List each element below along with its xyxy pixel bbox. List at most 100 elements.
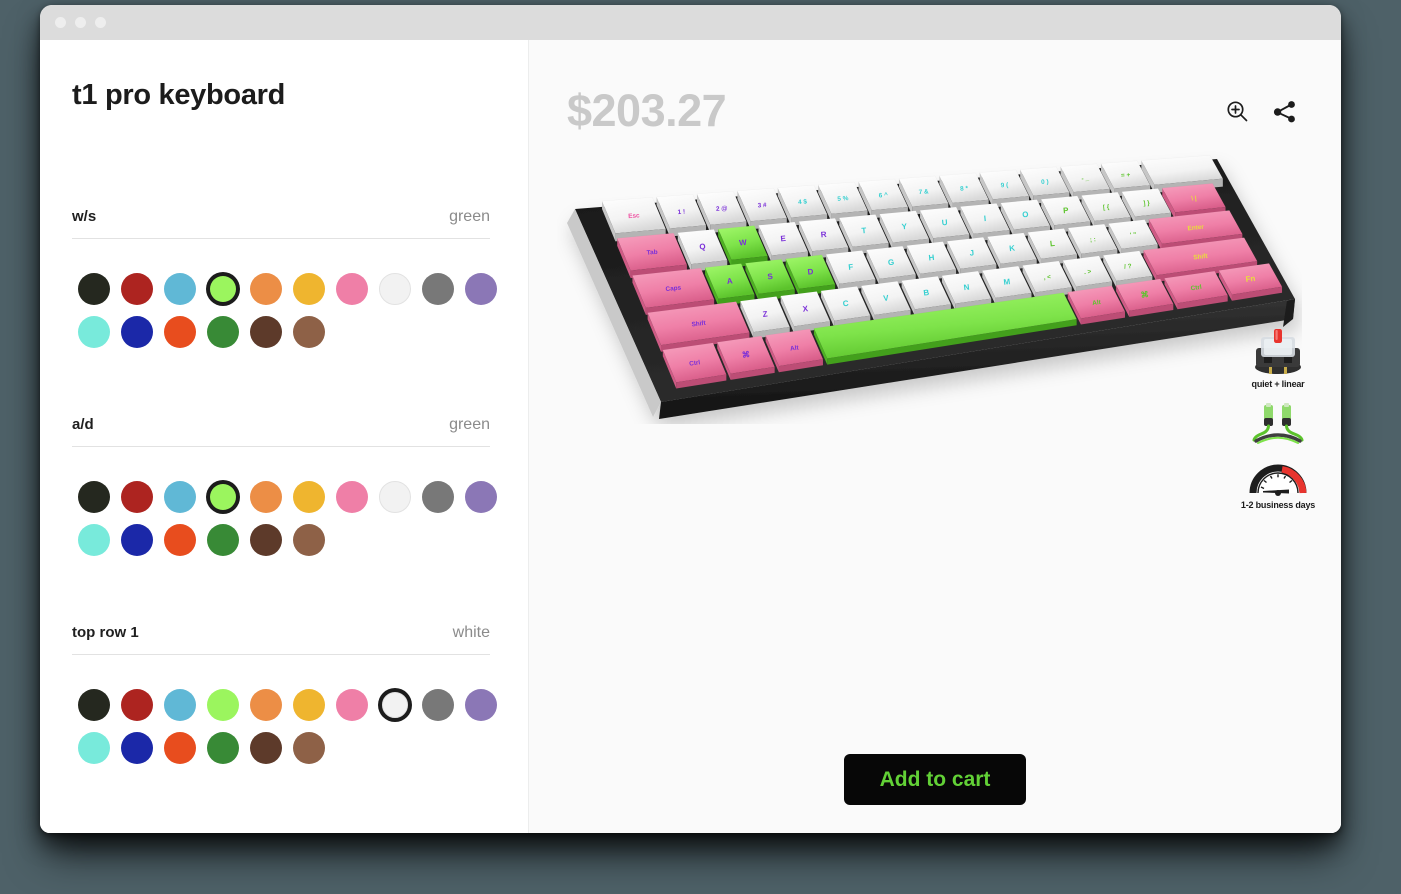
keycap-legend: 1 ! — [677, 209, 685, 217]
swatch-cell — [287, 311, 330, 354]
color-swatch-darkbrown[interactable] — [249, 524, 282, 557]
color-swatch-purple[interactable] — [464, 273, 497, 306]
color-swatch-brown[interactable] — [292, 524, 325, 557]
color-swatch-lightblue[interactable] — [163, 481, 196, 514]
swatch-cell — [373, 476, 416, 519]
window-body: t1 pro keyboard w/s green a/d green top row … — [40, 40, 1341, 833]
swatch-cell — [72, 311, 115, 354]
color-swatch-black[interactable] — [77, 689, 110, 722]
keycap-legend: D — [807, 267, 814, 277]
swatch-cell — [72, 476, 115, 519]
color-swatch-brown[interactable] — [292, 732, 325, 765]
color-swatch-brown[interactable] — [292, 316, 325, 349]
keycap-legend: ⌘ — [741, 350, 750, 360]
color-swatch-darkgreen[interactable] — [206, 732, 239, 765]
color-swatch-blue[interactable] — [120, 732, 153, 765]
swatch-cell — [72, 268, 115, 311]
color-swatch-yellow[interactable] — [292, 481, 325, 514]
color-swatch-darkorange[interactable] — [163, 316, 196, 349]
color-swatch-purple[interactable] — [464, 481, 497, 514]
add-to-cart-button[interactable]: Add to cart — [843, 754, 1027, 805]
close-window-button[interactable] — [55, 17, 66, 28]
option-label: w/s — [72, 207, 97, 225]
share-icon[interactable] — [1271, 98, 1299, 126]
color-swatch-orange[interactable] — [249, 689, 282, 722]
swatch-cell — [416, 684, 459, 727]
swatch-cell — [287, 476, 330, 519]
color-swatch-black[interactable] — [77, 481, 110, 514]
swatch-cell — [201, 684, 244, 727]
swatch-cell — [115, 476, 158, 519]
color-swatch-yellow[interactable] — [292, 273, 325, 306]
swatch-cell — [72, 727, 115, 770]
keycap-legend: ⌘ — [1140, 290, 1149, 300]
color-swatch-pink[interactable] — [335, 273, 368, 306]
color-swatch-white[interactable] — [381, 692, 408, 719]
color-swatch-orange[interactable] — [249, 481, 282, 514]
color-swatch-green[interactable] — [209, 276, 236, 303]
color-swatch-lightblue[interactable] — [163, 689, 196, 722]
color-swatch-grey[interactable] — [421, 481, 454, 514]
swatch-cell — [287, 268, 330, 311]
color-swatch-red[interactable] — [120, 689, 153, 722]
color-swatch-white[interactable] — [378, 273, 411, 306]
color-swatch-darkgreen[interactable] — [206, 524, 239, 557]
swatch-cell — [244, 311, 287, 354]
color-swatch-pink[interactable] — [335, 689, 368, 722]
color-swatch-grey[interactable] — [421, 273, 454, 306]
swatch-cell — [158, 311, 201, 354]
option-header: a/d green — [72, 416, 490, 447]
minimize-window-button[interactable] — [75, 17, 86, 28]
color-swatch-red[interactable] — [120, 273, 153, 306]
swatch-cell — [72, 519, 115, 562]
color-swatch-darkbrown[interactable] — [249, 732, 282, 765]
keycap-legend: O — [1022, 210, 1029, 220]
color-swatch-orange[interactable] — [249, 273, 282, 306]
color-swatch-grid — [72, 476, 497, 562]
color-swatch-grey[interactable] — [421, 689, 454, 722]
swatch-cell — [201, 476, 244, 519]
keycap-legend: Tab — [646, 249, 658, 257]
color-swatch-aqua[interactable] — [77, 524, 110, 557]
feature-shipping-caption: 1-2 business days — [1240, 500, 1316, 510]
option-group-w-s: w/s green — [72, 207, 497, 354]
keycap-legend: . > — [1084, 268, 1092, 276]
zoom-in-icon[interactable] — [1223, 98, 1251, 126]
color-swatch-white[interactable] — [378, 481, 411, 514]
keycap-legend: - _ — [1081, 175, 1089, 183]
color-swatch-blue[interactable] — [120, 524, 153, 557]
keycap-legend: G — [888, 258, 895, 268]
color-swatch-darkgreen[interactable] — [206, 316, 239, 349]
keycap-legend: = + — [1121, 172, 1131, 180]
keycap-legend: U — [941, 218, 948, 228]
color-swatch-darkbrown[interactable] — [249, 316, 282, 349]
swatch-cell — [115, 727, 158, 770]
keycap-legend: ; : — [1090, 236, 1097, 244]
swatch-cell — [115, 311, 158, 354]
keycap-legend: 9 ( — [1001, 182, 1010, 190]
swatch-cell — [158, 476, 201, 519]
color-swatch-green[interactable] — [209, 484, 236, 511]
color-swatch-green[interactable] — [206, 689, 239, 722]
keycap-legend: 0 ) — [1041, 178, 1049, 186]
color-swatch-purple[interactable] — [464, 689, 497, 722]
keycap-legend: A — [726, 276, 733, 286]
color-swatch-aqua[interactable] — [77, 732, 110, 765]
color-swatch-aqua[interactable] — [77, 316, 110, 349]
keyboard-product-image[interactable]: Esc 1 ! 2 @ 3 # 4 $ 5 % 6 ^ 7 & 8 * 9 (0 ) - _ = + T… — [557, 149, 1302, 424]
color-swatch-blue[interactable] — [120, 316, 153, 349]
color-swatch-black[interactable] — [77, 273, 110, 306]
price-label: $203.27 — [567, 85, 727, 136]
color-swatch-red[interactable] — [120, 481, 153, 514]
keycap-legend: 6 ^ — [878, 191, 888, 200]
color-swatch-darkorange[interactable] — [163, 524, 196, 557]
color-swatch-yellow[interactable] — [292, 689, 325, 722]
color-swatch-lightblue[interactable] — [163, 273, 196, 306]
maximize-window-button[interactable] — [95, 17, 106, 28]
cable-icon — [1252, 403, 1304, 444]
color-swatch-darkorange[interactable] — [163, 732, 196, 765]
window-titlebar — [40, 5, 1341, 40]
color-swatch-pink[interactable] — [335, 481, 368, 514]
options-scroll-area[interactable]: t1 pro keyboard w/s green a/d green top row … — [40, 40, 528, 833]
feature-shipping: 1-2 business days — [1241, 457, 1315, 510]
